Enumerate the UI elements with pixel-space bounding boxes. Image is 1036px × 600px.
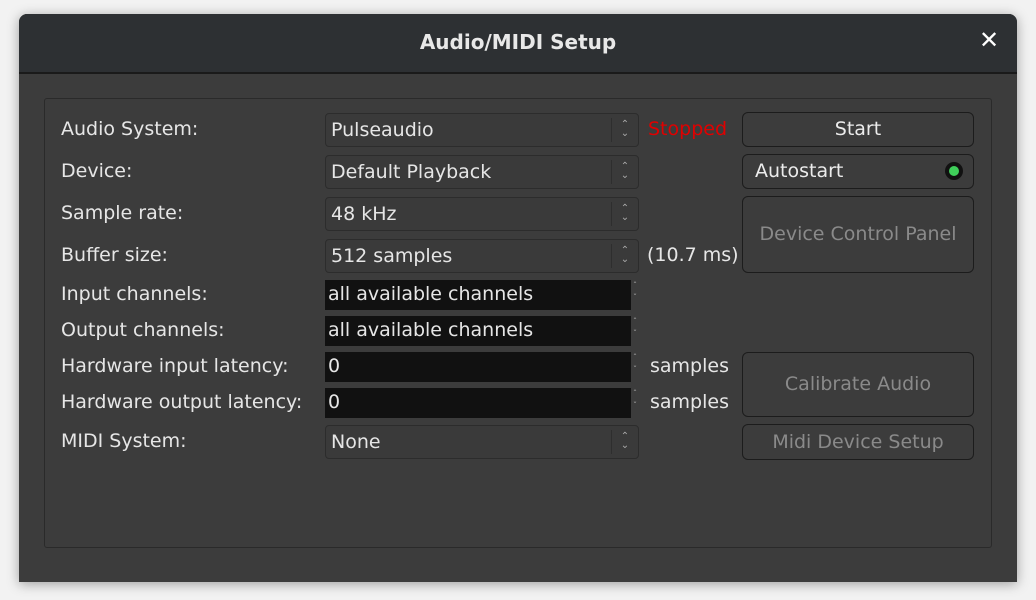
hw-output-latency-value: 0	[328, 391, 341, 413]
close-icon[interactable]: ✕	[977, 28, 1001, 52]
device-value: Default Playback	[331, 161, 492, 183]
calibrate-audio-button[interactable]: Calibrate Audio	[742, 352, 974, 417]
audio-system-value: Pulseaudio	[331, 119, 434, 141]
start-button[interactable]: Start	[742, 112, 974, 147]
chevron-updown-icon: ⌃ ⌄	[620, 203, 630, 223]
chevron-updown-icon: ⌃ ⌄	[620, 431, 630, 451]
chevron-updown-icon: ⌃ ⌄	[620, 119, 630, 139]
device-label: Device:	[61, 160, 133, 182]
title-bar: Audio/MIDI Setup ✕	[19, 14, 1017, 74]
buffer-size-label: Buffer size:	[61, 244, 168, 266]
chevron-updown-icon: ⌃ ⌄	[620, 245, 630, 265]
midi-device-setup-button[interactable]: Midi Device Setup	[742, 424, 974, 460]
hw-output-latency-spin[interactable]: 0	[325, 388, 631, 418]
output-channels-value: all available channels	[328, 319, 534, 341]
output-channels-label: Output channels:	[61, 319, 225, 341]
engine-status: Stopped	[648, 118, 728, 140]
midi-system-value: None	[331, 431, 381, 453]
midi-system-combo[interactable]: None ⌃ ⌄	[325, 425, 639, 459]
device-control-panel-button[interactable]: Device Control Panel	[742, 196, 974, 273]
audio-midi-setup-dialog: Audio/MIDI Setup ✕ Audio System: Device:…	[19, 14, 1017, 582]
hw-input-latency-value: 0	[328, 355, 341, 377]
output-channels-stepper[interactable]: ˆˇ	[633, 316, 641, 346]
hw-input-latency-unit: samples	[650, 355, 729, 377]
chevron-updown-icon: ⌃ ⌄	[620, 161, 630, 181]
hw-input-latency-label: Hardware input latency:	[61, 355, 289, 377]
buffer-size-value: 512 samples	[331, 245, 453, 267]
sample-rate-value: 48 kHz	[331, 203, 397, 225]
device-combo[interactable]: Default Playback ⌃ ⌄	[325, 155, 639, 189]
autostart-label: Autostart	[755, 160, 844, 182]
input-channels-label: Input channels:	[61, 283, 208, 305]
sample-rate-combo[interactable]: 48 kHz ⌃ ⌄	[325, 197, 639, 231]
led-indicator-icon	[945, 162, 963, 180]
buffer-size-combo[interactable]: 512 samples ⌃ ⌄	[325, 239, 639, 273]
input-channels-value: all available channels	[328, 283, 534, 305]
hw-input-latency-stepper[interactable]: ˆˇ	[633, 352, 641, 382]
output-channels-spin[interactable]: all available channels	[325, 316, 631, 346]
hw-output-latency-label: Hardware output latency:	[61, 391, 303, 413]
midi-system-label: MIDI System:	[61, 430, 187, 452]
hw-output-latency-stepper[interactable]: ˆˇ	[633, 388, 641, 418]
input-channels-spin[interactable]: all available channels	[325, 280, 631, 310]
hw-output-latency-unit: samples	[650, 391, 729, 413]
window-title: Audio/MIDI Setup	[419, 30, 617, 54]
autostart-toggle[interactable]: Autostart	[742, 154, 974, 189]
audio-system-label: Audio System:	[61, 118, 199, 140]
buffer-latency-readout: (10.7 ms)	[647, 244, 739, 266]
audio-system-combo[interactable]: Pulseaudio ⌃ ⌄	[325, 113, 639, 147]
input-channels-stepper[interactable]: ˆˇ	[633, 280, 641, 310]
hw-input-latency-spin[interactable]: 0	[325, 352, 631, 382]
sample-rate-label: Sample rate:	[61, 202, 184, 224]
